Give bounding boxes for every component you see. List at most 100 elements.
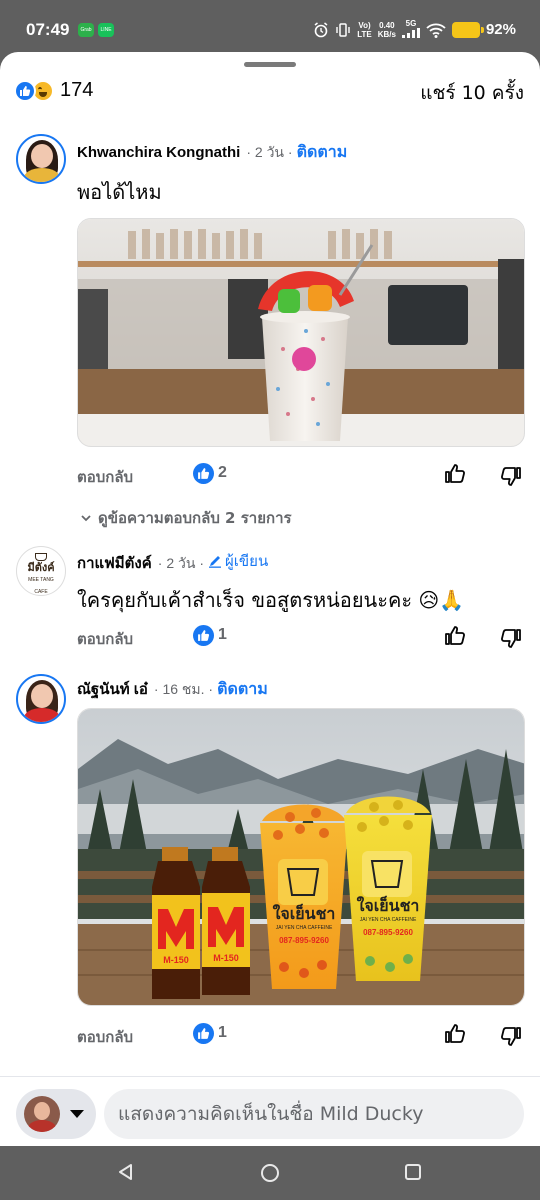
signal-bars-icon: [401, 28, 420, 38]
juice-cup-yellow: ใจเย็นชา JAI YEN CHA CAFFEINE 087-895-92…: [344, 796, 432, 981]
thumbs-up-icon[interactable]: [443, 1022, 467, 1046]
signal-group: 5G: [401, 19, 420, 40]
home-icon[interactable]: [259, 1162, 281, 1184]
network-5g-label: 5G: [405, 19, 417, 28]
juice-cup-orange: ใจเย็นชา JAI YEN CHA CAFFEINE 087-895-92…: [260, 804, 348, 989]
avatar-body-shape: [24, 708, 60, 722]
like-badge-icon: [193, 625, 214, 646]
cafe-logo-subtext: MEE TANG CAFE: [28, 577, 54, 595]
speed-value: 0.40: [379, 20, 395, 30]
thumbs-up-icon[interactable]: [443, 624, 467, 648]
comment-text: พอได้ไหม: [77, 180, 162, 204]
volte-label: Vo): [358, 20, 371, 30]
recents-icon[interactable]: [403, 1162, 423, 1182]
pencil-icon: [209, 556, 221, 568]
wifi-icon: [426, 23, 446, 38]
follow-button[interactable]: ติดตาม: [217, 677, 268, 702]
comment-actions: ตอบกลับ 1: [77, 1022, 525, 1048]
comment-time: · 2 วัน ·: [246, 144, 293, 160]
line-icon: LINE: [98, 23, 114, 37]
composer-avatar-body: [28, 1120, 56, 1132]
comment-author[interactable]: ณัฐนันท์ เอ๋: [77, 677, 148, 701]
identity-switcher[interactable]: [16, 1089, 96, 1139]
cup-brand-text: ใจเย็นชา: [273, 902, 336, 923]
comment-author[interactable]: กาแฟมีตังค์: [77, 551, 152, 575]
view-replies-label: ดูข้อความตอบกลับ 2 รายการ: [98, 509, 292, 527]
avatar-face-shape: [31, 144, 53, 168]
network-speed: 0.40 KB/s: [378, 21, 396, 39]
cup-brand-text: ใจเย็นชา: [357, 894, 420, 915]
battery-icon: [451, 21, 484, 38]
like-count: 1: [218, 1024, 227, 1041]
reply-button[interactable]: ตอบกลับ: [77, 627, 133, 651]
avatar-body-shape: [24, 168, 60, 182]
comment-actions: ตอบกลับ 2: [77, 462, 525, 488]
like-badge-icon: [193, 1023, 214, 1044]
bottle-label-text: M-150: [163, 955, 189, 965]
status-time: 07:49: [26, 20, 70, 39]
thumbs-up-icon[interactable]: [443, 462, 467, 486]
like-badge-icon: [193, 463, 214, 484]
drink-photo-illustration: [78, 219, 524, 446]
composer-avatar-face: [34, 1102, 50, 1120]
author-badge-label: ผู้เขียน: [225, 552, 269, 570]
m150-bottle-left: M-150: [152, 847, 200, 999]
thumbs-down-icon[interactable]: [499, 1024, 523, 1048]
comments-sheet: 174 แชร์ 10 ครั้ง Khwanchira Kongnathi ·…: [0, 52, 540, 1146]
m150-bottle-right: M-150: [202, 847, 250, 995]
like-count: 1: [218, 626, 227, 643]
comment-header: Khwanchira Kongnathi · 2 วัน · ติดตาม: [77, 140, 347, 165]
caret-down-icon: [70, 1110, 84, 1118]
comment-time: · 16 ชม. ·: [153, 681, 214, 697]
comment-header: กาแฟมีตังค์ · 2 วัน · ผู้เขียน: [77, 549, 268, 575]
alarm-icon: [314, 21, 328, 37]
status-app-icons: Grab LINE: [78, 23, 114, 37]
status-bar: 07:49 Grab LINE Vo) LTE 0.40 KB/s 5G 92%: [0, 0, 540, 60]
comment-composer: [0, 1076, 540, 1146]
comment-time: · 2 วัน ·: [157, 555, 204, 571]
vibrate-icon: [336, 22, 350, 37]
like-count: 2: [218, 464, 227, 481]
back-icon[interactable]: [116, 1162, 136, 1182]
avatar[interactable]: [16, 134, 66, 184]
view-replies-link[interactable]: ดูข้อความตอบกลับ 2 รายการ: [80, 506, 292, 530]
drinks-landscape-illustration: M-150 M-150 ใจเย็นชา JAI YEN CHA CAFFEIN…: [78, 709, 524, 1005]
reply-button[interactable]: ตอบกลับ: [77, 1025, 133, 1049]
battery-percent: 92%: [485, 21, 516, 38]
comment-input[interactable]: [104, 1089, 524, 1139]
avatar[interactable]: [16, 674, 66, 724]
avatar[interactable]: มีตังค์ MEE TANG CAFE: [16, 546, 66, 596]
bottle-label-text: M-150: [213, 953, 239, 963]
chevron-down-icon: [81, 515, 91, 522]
cup-phone-text: 087-895-9260: [279, 936, 329, 945]
comment-actions: ตอบกลับ 1: [77, 624, 525, 650]
reaction-count: 174: [60, 79, 94, 101]
sheet-drag-handle[interactable]: [244, 62, 296, 67]
follow-button[interactable]: ติดตาม: [297, 140, 348, 165]
cafe-logo: มีตังค์ MEE TANG CAFE: [21, 553, 61, 595]
like-reaction-icon: [14, 79, 36, 102]
reaction-summary[interactable]: 174: [14, 79, 93, 102]
comment-author[interactable]: Khwanchira Kongnathi: [77, 144, 240, 161]
comment-photo-drink[interactable]: [77, 218, 525, 447]
thumbs-down-icon[interactable]: [499, 626, 523, 650]
status-right-group: Vo) LTE 0.40 KB/s 5G 92%: [313, 19, 516, 40]
system-nav-bar: [0, 1146, 540, 1200]
lte-label: LTE: [357, 29, 372, 39]
comment-photo-drinks-mountains[interactable]: M-150 M-150 ใจเย็นชา JAI YEN CHA CAFFEIN…: [77, 708, 525, 1006]
avatar-face-shape: [31, 684, 53, 708]
cup-phone-text: 087-895-9260: [363, 928, 413, 937]
share-count[interactable]: แชร์ 10 ครั้ง: [420, 78, 524, 108]
cafe-logo-text: มีตังค์: [27, 561, 55, 574]
reply-button[interactable]: ตอบกลับ: [77, 465, 133, 489]
comment-header: ณัฐนันท์ เอ๋ · 16 ชม. · ติดตาม: [77, 677, 268, 702]
speed-unit: KB/s: [377, 29, 396, 39]
composer-avatar: [24, 1096, 60, 1132]
thumbs-down-icon[interactable]: [499, 464, 523, 488]
volte-indicator: Vo) LTE: [357, 21, 372, 39]
comment-text: ใครคุยกับเค้าสำเร็จ ขอสูตรหน่อยนะคะ 😥🙏: [77, 588, 465, 612]
cup-logo-icon: [35, 553, 47, 561]
cup-subtitle-text: JAI YEN CHA CAFFEINE: [360, 917, 417, 923]
cup-subtitle-text: JAI YEN CHA CAFFEINE: [276, 925, 333, 931]
grab-icon: Grab: [78, 23, 94, 37]
